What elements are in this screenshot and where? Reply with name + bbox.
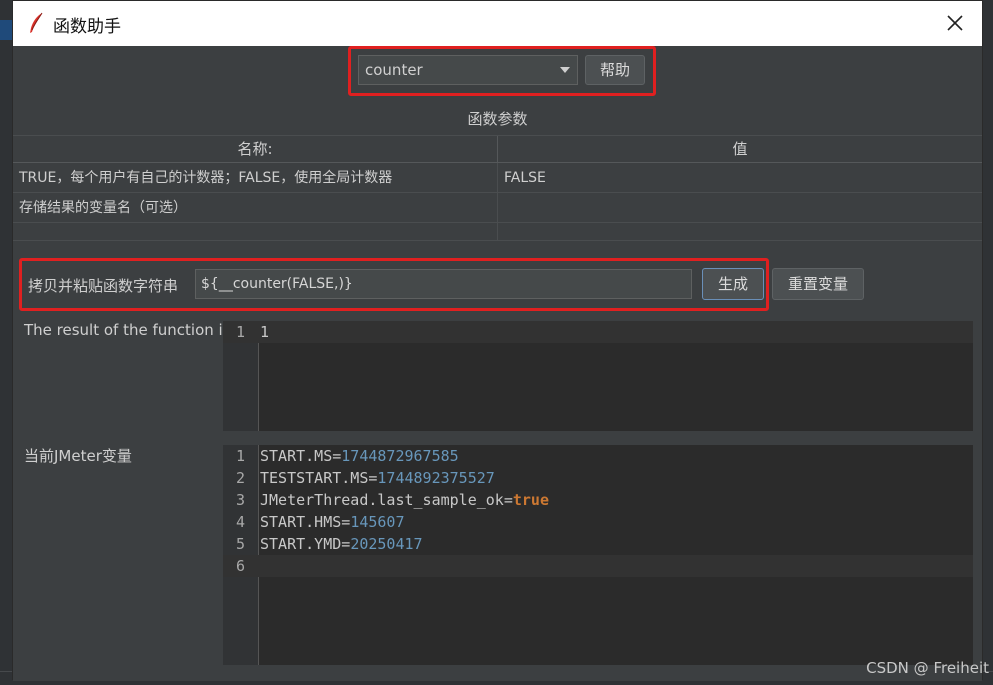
left-window-edge bbox=[0, 0, 12, 685]
code-line: 4 START.HMS=145607 bbox=[223, 511, 973, 533]
params-section-title: 函数参数 bbox=[467, 110, 528, 128]
function-dropdown-value: counter bbox=[365, 61, 423, 79]
code-line: 6 bbox=[223, 555, 973, 577]
reset-variables-button[interactable]: 重置变量 bbox=[772, 268, 864, 300]
param-value-cell[interactable] bbox=[498, 193, 982, 223]
table-row[interactable]: 存储结果的变量名（可选） bbox=[13, 193, 982, 223]
left-window-accent bbox=[0, 20, 12, 40]
function-string-field[interactable]: ${__counter(FALSE,)} bbox=[195, 269, 692, 299]
code-line: 5 START.YMD=20250417 bbox=[223, 533, 973, 555]
line-number: 4 bbox=[235, 513, 245, 531]
param-value-cell[interactable]: FALSE bbox=[498, 163, 982, 193]
table-row-empty bbox=[13, 223, 982, 241]
code-text: START.YMD=20250417 bbox=[260, 533, 423, 555]
copy-function-string-row: 拷贝并粘贴函数字符串 ${__counter(FALSE,)} 生成 bbox=[19, 258, 769, 311]
code-text: START.HMS=145607 bbox=[260, 511, 405, 533]
var-key: START.HMS= bbox=[260, 513, 351, 531]
line-number: 3 bbox=[235, 491, 245, 509]
dialog-content: counter 帮助 函数参数 名称: 值 TRUE，每个用户有自己的计数器；F… bbox=[13, 46, 982, 681]
line-number: 2 bbox=[235, 469, 245, 487]
jmeter-variables-label: 当前JMeter变量 bbox=[24, 447, 132, 465]
chevron-down-icon bbox=[560, 67, 570, 73]
jmeter-variables-text-area[interactable]: 1 START.MS=1744872967585 2 TESTSTART.MS=… bbox=[223, 445, 973, 665]
result-value: 1 bbox=[260, 323, 270, 341]
line-number: 1 bbox=[235, 323, 245, 341]
code-line: 1 1 bbox=[223, 321, 973, 343]
var-key: JMeterThread.last_sample_ok= bbox=[260, 491, 513, 509]
line-number: 5 bbox=[235, 535, 245, 553]
param-name-cell: TRUE，每个用户有自己的计数器；FALSE，使用全局计数器 bbox=[13, 163, 498, 193]
var-value: true bbox=[512, 491, 549, 509]
empty-cell bbox=[13, 223, 498, 241]
help-button[interactable]: 帮助 bbox=[585, 55, 645, 85]
var-value: 1744892375527 bbox=[377, 469, 495, 487]
function-helper-dialog: 函数助手 counter 帮助 函数参数 名称: 值 TRUE，每个用户有自己的… bbox=[12, 0, 983, 681]
result-text-area[interactable]: 1 1 bbox=[223, 321, 973, 431]
watermark: CSDN @ Freiheit bbox=[866, 659, 989, 677]
var-key: START.MS= bbox=[260, 447, 342, 465]
function-dropdown[interactable]: counter bbox=[358, 55, 578, 85]
code-line: 3 JMeterThread.last_sample_ok=true bbox=[223, 489, 973, 511]
copy-string-label: 拷贝并粘贴函数字符串 bbox=[28, 277, 179, 295]
code-line: 2 TESTSTART.MS=1744892375527 bbox=[223, 467, 973, 489]
params-table: 名称: 值 TRUE，每个用户有自己的计数器；FALSE，使用全局计数器 FAL… bbox=[13, 135, 982, 241]
param-name-cell: 存储结果的变量名（可选） bbox=[13, 193, 498, 223]
right-window-edge bbox=[983, 0, 993, 685]
column-header-name[interactable]: 名称: bbox=[13, 136, 498, 163]
line-number: 6 bbox=[235, 557, 245, 575]
close-icon[interactable] bbox=[942, 10, 968, 36]
table-row[interactable]: TRUE，每个用户有自己的计数器；FALSE，使用全局计数器 FALSE bbox=[13, 163, 982, 193]
var-value: 145607 bbox=[350, 513, 405, 531]
code-text: JMeterThread.last_sample_ok=true bbox=[260, 489, 549, 511]
jmeter-feather-icon bbox=[30, 12, 43, 33]
generate-button[interactable]: 生成 bbox=[702, 268, 764, 300]
function-select-row: counter 帮助 bbox=[348, 46, 656, 96]
var-value: 20250417 bbox=[350, 535, 423, 553]
var-value: 1744872967585 bbox=[341, 447, 459, 465]
code-line: 1 START.MS=1744872967585 bbox=[223, 445, 973, 467]
code-text: START.MS=1744872967585 bbox=[260, 445, 459, 467]
code-text: TESTSTART.MS=1744892375527 bbox=[260, 467, 495, 489]
var-key: START.YMD= bbox=[260, 535, 351, 553]
line-number: 1 bbox=[235, 447, 245, 465]
title-bar: 函数助手 bbox=[13, 1, 982, 46]
var-key: TESTSTART.MS= bbox=[260, 469, 378, 487]
dialog-title: 函数助手 bbox=[53, 17, 121, 37]
result-label: The result of the function is bbox=[24, 321, 231, 339]
column-header-value[interactable]: 值 bbox=[498, 136, 982, 163]
